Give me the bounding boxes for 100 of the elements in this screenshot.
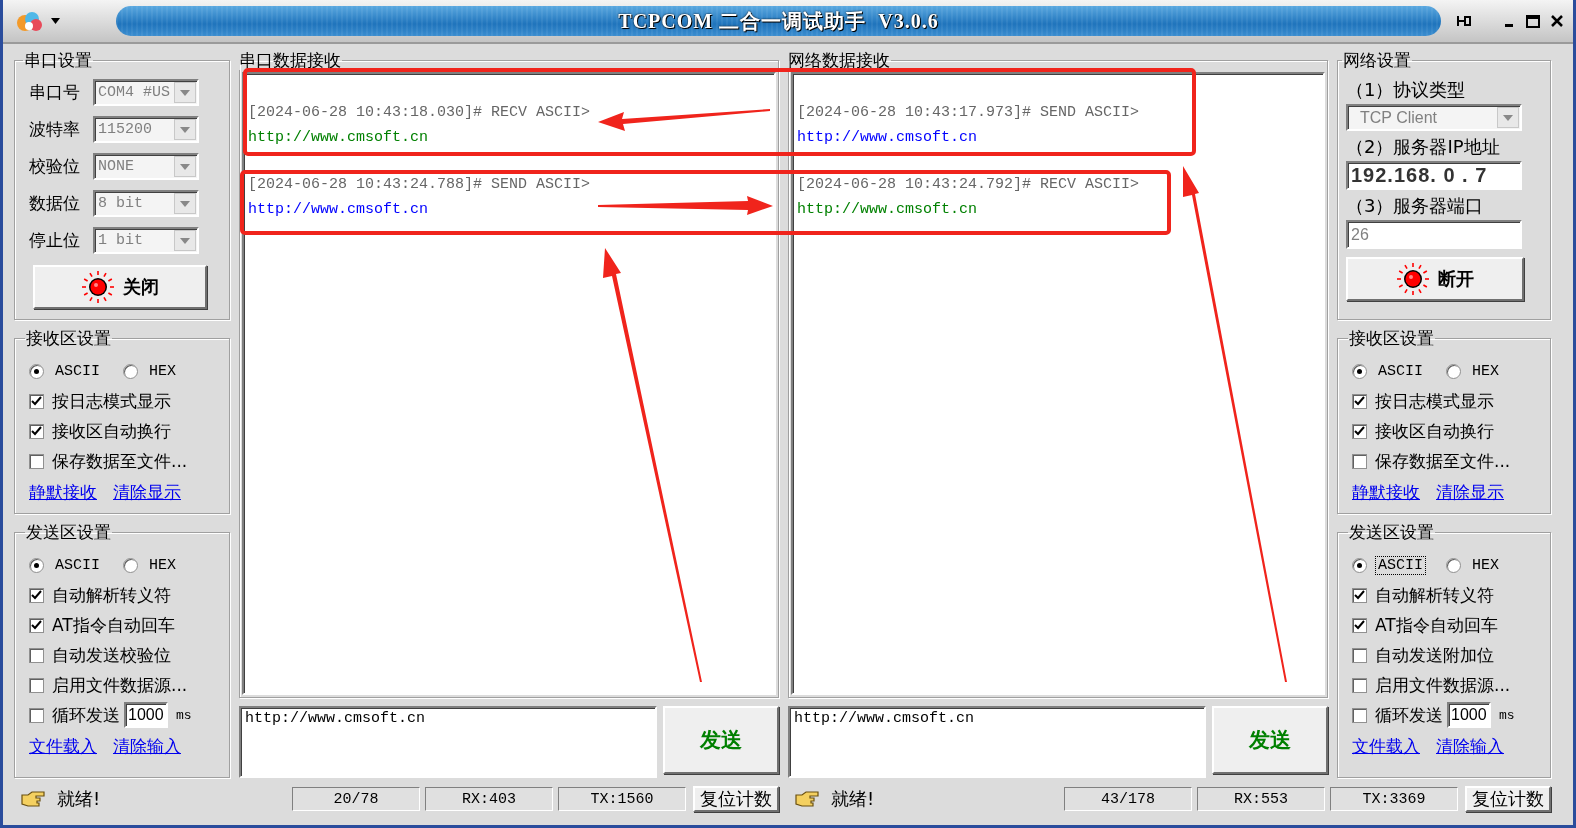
hand-pointer-icon <box>20 789 46 809</box>
counter: RX:553 <box>1197 787 1325 811</box>
group-title: 接收区设置 <box>1348 328 1435 348</box>
radio-label: HEX <box>148 361 177 381</box>
radio-label: HEX <box>148 555 177 575</box>
radio-button[interactable] <box>123 363 138 379</box>
checkbox[interactable] <box>1352 453 1367 469</box>
group-title: 网络设置 <box>1342 50 1412 70</box>
close-icon[interactable] <box>1549 13 1565 29</box>
radio-label: ASCII <box>54 361 101 381</box>
maximize-icon[interactable] <box>1525 13 1541 29</box>
counter: TX:3369 <box>1330 787 1458 811</box>
lamp-icon <box>81 270 115 304</box>
hand-pointer-icon <box>794 789 820 809</box>
caret-icon[interactable] <box>51 18 60 24</box>
checkbox[interactable] <box>1352 617 1367 633</box>
reset-count-button[interactable]: 复位计数 <box>693 786 779 812</box>
checkbox[interactable] <box>29 393 44 409</box>
radio-label: ASCII <box>54 555 101 575</box>
checkbox-label: 自动发送附加位 <box>1375 643 1494 667</box>
link[interactable]: 静默接收 <box>1352 480 1420 504</box>
send-button[interactable]: 发送 <box>663 706 779 774</box>
field-label: 数据位 <box>29 192 81 215</box>
send-input[interactable]: http://www.cmsoft.cn <box>239 706 657 778</box>
checkbox[interactable] <box>1352 677 1367 693</box>
checkbox-label: 接收区自动换行 <box>52 419 171 443</box>
link[interactable]: 文件载入 <box>29 734 97 758</box>
port-field[interactable]: 26 <box>1346 220 1522 249</box>
send-button[interactable]: 发送 <box>1212 706 1328 774</box>
checkbox[interactable] <box>29 647 44 663</box>
link[interactable]: 清除输入 <box>113 734 181 758</box>
group-title: 发送区设置 <box>1348 522 1435 542</box>
disconnect-button[interactable]: 断开 <box>1346 257 1524 301</box>
link[interactable]: 清除显示 <box>1436 480 1504 504</box>
log-message: http://www.cmsoft.cn <box>797 200 978 220</box>
log-header: [2024-06-28 10:43:17.973]# SEND ASCII> <box>797 103 1140 123</box>
checkbox-label: 循环发送 <box>52 703 120 727</box>
radio-button[interactable] <box>29 557 44 573</box>
checkbox-label: 启用文件数据源... <box>1375 673 1511 697</box>
checkbox[interactable] <box>1352 393 1367 409</box>
reset-count-button[interactable]: 复位计数 <box>1465 786 1551 812</box>
radio-label: HEX <box>1471 361 1500 381</box>
link[interactable]: 清除输入 <box>1436 734 1504 758</box>
checkbox-label: 保存数据至文件... <box>52 449 188 473</box>
log-header: [2024-06-28 10:43:24.788]# SEND ASCII> <box>248 175 591 195</box>
field-label: 校验位 <box>29 155 81 178</box>
checkbox[interactable] <box>29 587 44 603</box>
field-label: （1）协议类型 <box>1346 78 1467 102</box>
link[interactable]: 静默接收 <box>29 480 97 504</box>
field-label: 波特率 <box>29 118 81 141</box>
link[interactable]: 清除显示 <box>113 480 181 504</box>
checkbox[interactable] <box>1352 423 1367 439</box>
app-logo-icon[interactable] <box>15 9 45 33</box>
log-header: [2024-06-28 10:43:18.030]# RECV ASCII> <box>248 103 591 123</box>
field-label: 串口号 <box>29 81 81 104</box>
counter: TX:1560 <box>558 787 686 811</box>
close-port-button[interactable]: 关闭 <box>33 265 207 309</box>
field-label: （2）服务器IP地址 <box>1346 135 1501 159</box>
checkbox[interactable] <box>29 453 44 469</box>
unit-label: ms <box>176 707 192 723</box>
ip-address-field[interactable]: 192.168. 0 . 7 <box>1346 161 1522 190</box>
dropdown[interactable]: 115200 <box>93 116 199 143</box>
counter: 20/78 <box>292 787 420 811</box>
send-input[interactable]: http://www.cmsoft.cn <box>788 706 1206 778</box>
group-title: 网络数据接收 <box>787 50 891 70</box>
counter: 43/178 <box>1064 787 1192 811</box>
checkbox[interactable] <box>1352 587 1367 603</box>
group-title: 接收区设置 <box>25 328 112 348</box>
log-message: http://www.cmsoft.cn <box>248 200 429 220</box>
pin-icon[interactable] <box>1455 13 1471 29</box>
checkbox-label: 按日志模式显示 <box>52 389 171 413</box>
checkbox[interactable] <box>29 677 44 693</box>
checkbox-label: 自动发送校验位 <box>52 643 171 667</box>
checkbox[interactable] <box>29 707 44 723</box>
group-title: 发送区设置 <box>25 522 112 542</box>
dropdown[interactable]: NONE <box>93 153 199 180</box>
field-label: （3）服务器端口 <box>1346 194 1485 218</box>
checkbox[interactable] <box>29 423 44 439</box>
checkbox-label: 接收区自动换行 <box>1375 419 1494 443</box>
checkbox-label: 启用文件数据源... <box>52 673 188 697</box>
checkbox[interactable] <box>1352 647 1367 663</box>
checkbox-label: 保存数据至文件... <box>1375 449 1511 473</box>
group-title: 串口设置 <box>23 50 93 70</box>
radio-button[interactable] <box>1352 363 1367 379</box>
log-message: http://www.cmsoft.cn <box>797 128 978 148</box>
group-title: 串口数据接收 <box>238 50 342 70</box>
dropdown[interactable]: TCP Client <box>1346 104 1522 131</box>
dropdown[interactable]: 1 bit <box>93 227 199 254</box>
radio-label: ASCII <box>1377 361 1424 381</box>
window-title: TCPCOM 二合一调试助手 V3.0.6 <box>618 8 939 34</box>
dropdown[interactable]: 8 bit <box>93 190 199 217</box>
dropdown[interactable]: COM4 #US <box>93 79 199 106</box>
checkbox-label: AT指令自动回车 <box>52 613 175 637</box>
interval-field[interactable]: 1000 <box>124 702 168 728</box>
interval-field[interactable]: 1000 <box>1447 702 1491 728</box>
checkbox[interactable] <box>29 617 44 633</box>
unit-label: ms <box>1499 707 1515 723</box>
checkbox[interactable] <box>1352 707 1367 723</box>
lamp-icon <box>1396 262 1430 296</box>
link[interactable]: 文件载入 <box>1352 734 1420 758</box>
